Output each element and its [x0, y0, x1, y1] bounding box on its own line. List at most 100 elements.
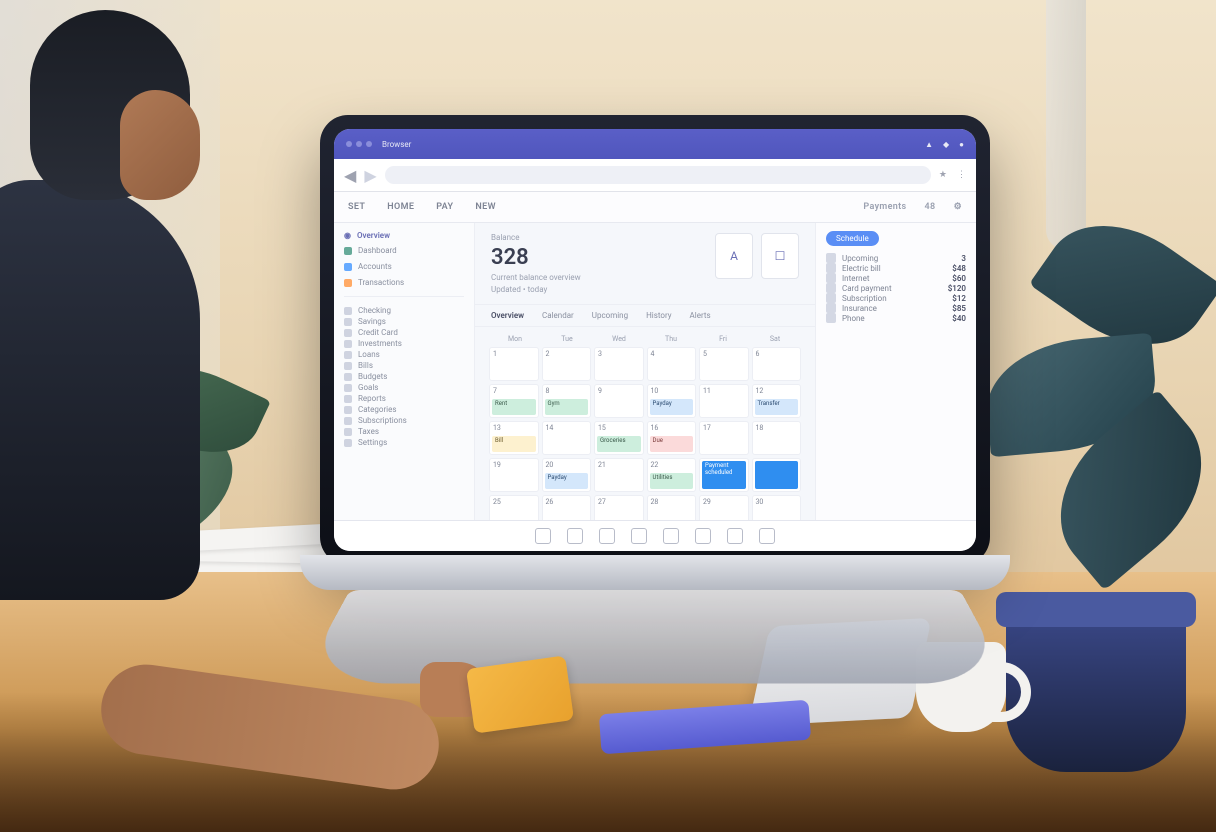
calendar-cell[interactable]: 8Gym [542, 384, 592, 418]
calendar-cell[interactable]: 1 [489, 347, 539, 381]
tab[interactable]: Overview [491, 311, 524, 320]
summary-label: Balance [491, 233, 581, 242]
calendar-cell[interactable]: 20Payday [542, 458, 592, 492]
minimize-icon[interactable] [356, 141, 362, 147]
sidebar-item[interactable]: Categories [344, 404, 464, 415]
calendar-cell[interactable]: 5 [699, 347, 749, 381]
rpanel-row[interactable]: Card payment$120 [826, 283, 966, 293]
window-control-icon[interactable]: ● [959, 140, 964, 149]
calendar-cell[interactable]: 14 [542, 421, 592, 455]
maximize-icon[interactable] [366, 141, 372, 147]
taskbar-icon[interactable] [695, 528, 711, 544]
calendar-cell[interactable]: 11 [699, 384, 749, 418]
content-tabs: Overview Calendar Upcoming History Alert… [475, 305, 815, 327]
calendar-cell[interactable]: 18 [752, 421, 802, 455]
rpanel-row[interactable]: Internet$60 [826, 273, 966, 283]
calendar-cell[interactable]: 23Payment scheduled [699, 458, 749, 492]
toolbar-right-value: 48 [925, 202, 936, 212]
calendar-cell[interactable]: 15Groceries [594, 421, 644, 455]
home-icon: ◉ [344, 231, 351, 240]
calendar-cell[interactable]: 19 [489, 458, 539, 492]
rpanel-row[interactable]: Phone$40 [826, 313, 966, 323]
rpanel-row[interactable]: Subscription$12 [826, 293, 966, 303]
taskbar-icon[interactable] [759, 528, 775, 544]
calendar-cell[interactable]: 26 [542, 495, 592, 520]
calendar-cell[interactable]: 6 [752, 347, 802, 381]
calendar-cell[interactable]: 2 [542, 347, 592, 381]
menu-icon[interactable]: ⋮ [957, 170, 966, 180]
settings-icon[interactable]: ⚙ [954, 202, 962, 212]
plant-pot [1006, 602, 1186, 772]
credit-card [466, 655, 574, 733]
summary-subline: Updated • today [491, 285, 581, 294]
window-control-icon[interactable]: ▲ [925, 140, 933, 149]
taskbar-icon[interactable] [535, 528, 551, 544]
sidebar-group[interactable]: Accounts [344, 261, 464, 272]
calendar-cell[interactable]: 9 [594, 384, 644, 418]
calendar: MonTueWedThuFriSat 1234567Rent8Gym910Pay… [475, 327, 815, 520]
toolbar-item[interactable]: SET [348, 202, 365, 212]
sidebar: ◉ Overview Dashboard Accounts Transactio… [334, 223, 475, 520]
tab[interactable]: History [646, 311, 671, 320]
taskbar-icon[interactable] [599, 528, 615, 544]
titlebar-label: Browser [382, 140, 411, 149]
taskbar-icon[interactable] [727, 528, 743, 544]
summary-card[interactable]: A [715, 233, 753, 279]
sidebar-item[interactable]: Settings [344, 437, 464, 448]
summary-big-number: 328 [491, 245, 581, 270]
sidebar-item[interactable]: Subscriptions [344, 415, 464, 426]
rpanel-row[interactable]: Electric bill$48 [826, 263, 966, 273]
sidebar-item[interactable]: Checking [344, 305, 464, 316]
toolbar-item[interactable]: PAY [436, 202, 453, 212]
sidebar-item[interactable]: Budgets [344, 371, 464, 382]
tab[interactable]: Calendar [542, 311, 574, 320]
calendar-cell[interactable]: 12Transfer [752, 384, 802, 418]
taskbar-icon[interactable] [631, 528, 647, 544]
sidebar-item[interactable]: Bills [344, 360, 464, 371]
toolbar-item[interactable]: HOME [387, 202, 414, 212]
rpanel-row[interactable]: Upcoming3 [826, 253, 966, 263]
calendar-cell[interactable]: 17 [699, 421, 749, 455]
forward-icon[interactable]: ▶ [364, 166, 376, 185]
illustration-scene: Browser ▲ ◆ ● ◀ ▶ ★ ⋮ [0, 0, 1216, 832]
calendar-cell[interactable]: 25 [489, 495, 539, 520]
back-icon[interactable]: ◀ [344, 166, 356, 185]
close-icon[interactable] [346, 141, 352, 147]
sidebar-item[interactable]: Taxes [344, 426, 464, 437]
tab[interactable]: Upcoming [592, 311, 628, 320]
rpanel-row[interactable]: Insurance$85 [826, 303, 966, 313]
calendar-cell[interactable]: 30 [752, 495, 802, 520]
calendar-cell[interactable]: 21 [594, 458, 644, 492]
calendar-cell[interactable]: 28 [647, 495, 697, 520]
calendar-cell[interactable]: 27 [594, 495, 644, 520]
sidebar-item[interactable]: Reports [344, 393, 464, 404]
taskbar-icon[interactable] [567, 528, 583, 544]
sidebar-item[interactable]: Investments [344, 338, 464, 349]
sidebar-item[interactable]: Credit Card [344, 327, 464, 338]
tab[interactable]: Alerts [690, 311, 711, 320]
sidebar-item[interactable]: Goals [344, 382, 464, 393]
calendar-cell[interactable]: 4 [647, 347, 697, 381]
address-bar[interactable] [385, 166, 931, 184]
extension-icon[interactable]: ★ [939, 170, 947, 180]
toolbar-item[interactable]: NEW [475, 202, 495, 212]
calendar-cell[interactable]: 22Utilities [647, 458, 697, 492]
taskbar-icon[interactable] [663, 528, 679, 544]
calendar-cell[interactable]: 13Bill [489, 421, 539, 455]
calendar-cell[interactable]: 7Rent [489, 384, 539, 418]
calendar-cell[interactable]: 3 [594, 347, 644, 381]
calendar-cell[interactable]: 24 [752, 458, 802, 492]
schedule-chip[interactable]: Schedule [826, 231, 879, 246]
traffic-lights[interactable] [346, 141, 372, 147]
calendar-cell[interactable]: 10Payday [647, 384, 697, 418]
sidebar-group[interactable]: Transactions [344, 277, 464, 288]
sidebar-item[interactable]: Savings [344, 316, 464, 327]
right-panel: Schedule Upcoming3Electric bill$48Intern… [815, 223, 976, 520]
calendar-cell[interactable]: 16Due [647, 421, 697, 455]
window-control-icon[interactable]: ◆ [943, 140, 949, 149]
summary-card[interactable]: ☐ [761, 233, 799, 279]
sidebar-group[interactable]: Dashboard [344, 245, 464, 256]
calendar-cell[interactable]: 29 [699, 495, 749, 520]
toolbar-right-label: Payments [863, 202, 906, 212]
sidebar-item[interactable]: Loans [344, 349, 464, 360]
